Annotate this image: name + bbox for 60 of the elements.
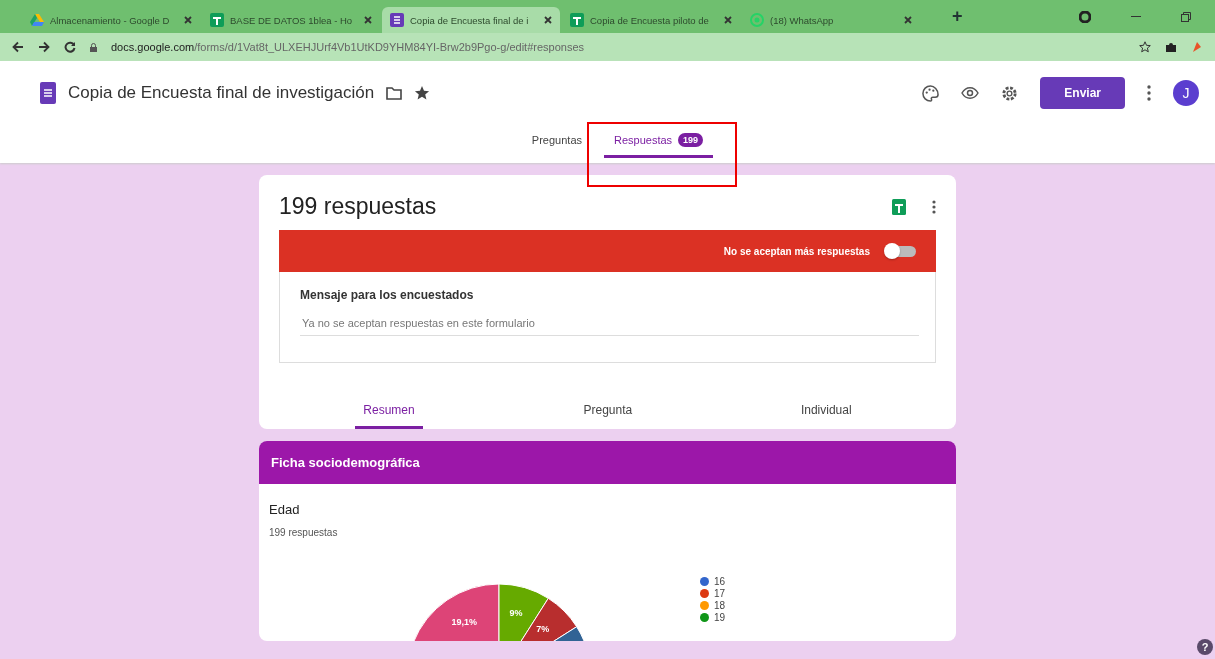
lock-icon	[90, 42, 97, 52]
responses-heading: 199 respuestas	[279, 193, 438, 220]
settings-icon[interactable]	[1001, 84, 1019, 102]
spreadsheet-icon	[210, 13, 224, 27]
response-count: 199 respuestas	[269, 527, 339, 538]
reload-icon[interactable]	[64, 41, 76, 53]
more-icon[interactable]	[932, 199, 936, 214]
legend-label: 18	[714, 600, 726, 611]
folder-icon[interactable]	[386, 86, 403, 100]
browser-tab[interactable]: Copia de Encuesta piloto de	[562, 7, 740, 33]
forward-icon[interactable]	[38, 41, 50, 53]
browser-tab[interactable]: Copia de Encuesta final de i	[382, 7, 560, 33]
browser-tab[interactable]: (18) WhatsApp	[742, 7, 920, 33]
message-label: Mensaje para los encuestados	[300, 288, 475, 302]
browser-tab[interactable]: Almacenamiento - Google D	[22, 7, 200, 33]
form-icon[interactable]	[40, 82, 56, 104]
legend-label: 17	[714, 588, 726, 599]
drive-icon	[30, 14, 44, 26]
close-icon[interactable]	[904, 16, 912, 24]
eye-icon[interactable]	[961, 87, 980, 99]
minimize-icon[interactable]	[1131, 15, 1141, 18]
slice-label: 7%	[536, 624, 550, 635]
back-icon[interactable]	[12, 41, 24, 53]
close-icon[interactable]	[724, 16, 732, 24]
nav-tab[interactable]: Respuestas 199	[604, 125, 714, 158]
accepting-responses-toggle[interactable]	[884, 243, 916, 259]
profile-icon[interactable]	[1079, 10, 1091, 23]
accepting-responses-label: No se aceptan más respuestas	[723, 245, 870, 257]
message-field[interactable]: Ya no se aceptan respuestas en este formulario	[300, 316, 919, 336]
legend-label: 19	[714, 612, 726, 623]
nav-tab[interactable]: Preguntas	[521, 125, 592, 158]
question-title: Edad	[269, 502, 301, 517]
send-button[interactable]: Enviar	[1040, 77, 1125, 109]
section-header: Ficha sociodemográfica	[259, 441, 956, 484]
spreadsheet-icon	[570, 13, 584, 27]
chat-bubble-icon	[750, 13, 764, 27]
help-button[interactable]: ?	[1197, 639, 1213, 655]
star-icon[interactable]	[1139, 41, 1151, 53]
close-icon[interactable]	[544, 16, 552, 24]
slice-label: 9%	[509, 608, 523, 619]
puzzle-icon[interactable]	[1165, 41, 1177, 53]
spreadsheet-icon[interactable]	[892, 198, 906, 215]
browser-tab[interactable]: BASE DE DATOS 1blea - Ho	[202, 7, 380, 33]
close-icon[interactable]	[364, 16, 372, 24]
restore-icon[interactable]	[1181, 11, 1191, 22]
user-avatar[interactable]: J	[1173, 80, 1199, 106]
view-tab[interactable]: Individual	[792, 393, 860, 429]
extension-icon[interactable]	[1191, 41, 1203, 53]
close-icon[interactable]	[184, 16, 192, 24]
form-icon	[390, 13, 404, 27]
star-icon[interactable]	[414, 85, 431, 101]
new-tab-button[interactable]: +	[952, 6, 963, 27]
form-title[interactable]: Copia de Encuesta final de investigación	[68, 83, 375, 103]
palette-icon[interactable]	[922, 84, 940, 102]
view-tab[interactable]: Pregunta	[575, 393, 641, 429]
response-count-badge: 199	[678, 133, 704, 147]
legend-label: 16	[714, 576, 726, 587]
slice-label: 19,1%	[451, 616, 478, 627]
more-icon[interactable]	[1147, 85, 1151, 101]
view-tab[interactable]: Resumen	[355, 393, 423, 429]
